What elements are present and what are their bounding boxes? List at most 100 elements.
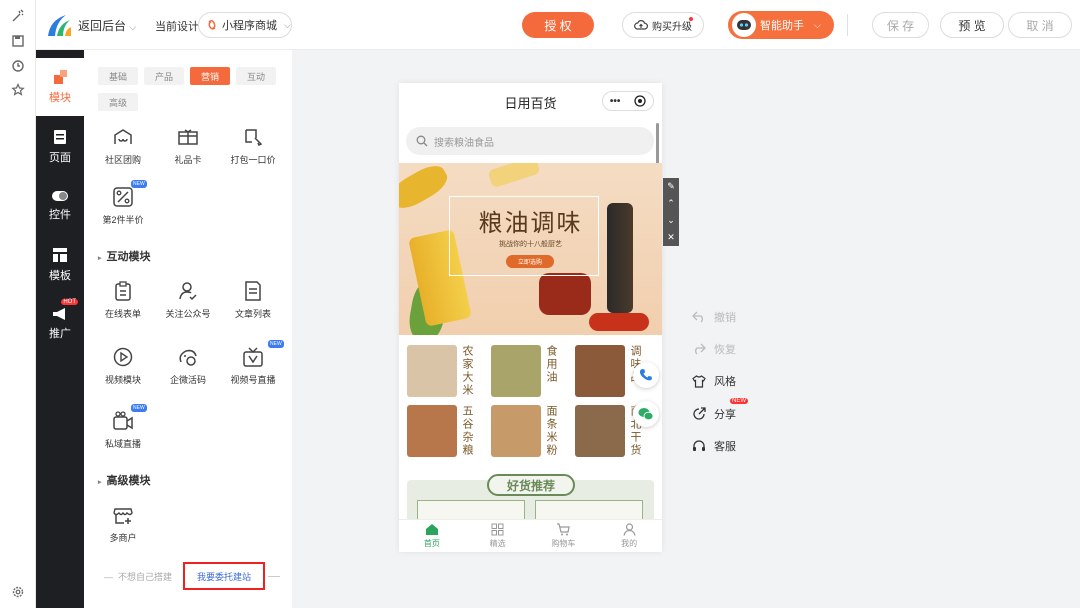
sidebar-item-label: 模板 xyxy=(49,270,71,282)
module-second-half-price[interactable]: NEW 第2件半价 xyxy=(88,180,158,226)
bottom-tab-bar: 首页 精选 购物车 我的 xyxy=(399,519,662,552)
module-bundle-price[interactable]: 打包一口价 xyxy=(218,126,288,166)
chili-jar-image xyxy=(539,273,591,315)
sidebar-item-promotion[interactable]: HOT 推广 xyxy=(36,295,84,353)
undo-label: 撤销 xyxy=(714,312,736,324)
close-target-icon xyxy=(634,95,646,107)
phone-call-button[interactable] xyxy=(633,362,659,388)
footer-text: 不想自己搭建 xyxy=(118,572,173,582)
module-multi-merchant[interactable]: 多商户 xyxy=(88,504,158,544)
module-channel-live[interactable]: NEW 视频号直播 xyxy=(218,340,288,386)
module-label: 企微活码 xyxy=(169,375,206,385)
module-label: 在线表单 xyxy=(104,309,141,319)
tab-product[interactable]: 产品 xyxy=(144,67,184,85)
chevron-down-icon: ⌵ xyxy=(129,22,137,32)
wechat-button[interactable] xyxy=(633,401,659,427)
customer-service-button[interactable]: 客服 xyxy=(692,438,736,454)
banner-cta-button[interactable]: 立即选购 xyxy=(506,255,554,268)
top-bar: 返回后台 ⌵ 当前设计 小程序商城 ⌵ 授 权 购买升级 智能助手 ⌵ 保 存 … xyxy=(36,0,1080,50)
undo-icon xyxy=(692,311,706,323)
tab-interactive[interactable]: 互动 xyxy=(236,67,276,85)
user-check-icon xyxy=(177,280,199,302)
undo-button[interactable]: 撤销 xyxy=(692,309,736,325)
save-draft-icon[interactable] xyxy=(10,33,26,49)
star-icon[interactable] xyxy=(10,82,26,98)
share-button[interactable]: NEW 分享 xyxy=(692,398,748,422)
module-online-form[interactable]: 在线表单 xyxy=(88,280,158,320)
category-image xyxy=(407,345,457,397)
back-to-admin-button[interactable]: 返回后台 ⌵ xyxy=(78,17,136,34)
sidebar-item-control[interactable]: 控件 xyxy=(36,177,84,235)
smart-assistant-button[interactable]: 智能助手 ⌵ xyxy=(728,11,834,39)
edit-icon[interactable]: ✎ xyxy=(667,181,675,192)
clipboard-icon xyxy=(112,280,134,302)
left-rail xyxy=(0,0,36,608)
user-icon xyxy=(623,523,636,536)
settings-icon[interactable] xyxy=(10,584,26,600)
redo-icon xyxy=(692,343,706,355)
divider xyxy=(268,576,280,577)
search-bar[interactable]: 搜索粮油食品 xyxy=(406,127,654,155)
module-gift-card[interactable]: 礼品卡 xyxy=(153,126,223,166)
module-private-live[interactable]: NEW 私域直播 xyxy=(88,404,158,450)
tab-featured[interactable]: 精选 xyxy=(465,520,531,552)
section-title-interactive: 互动模块 xyxy=(98,248,151,264)
tab-cart[interactable]: 购物车 xyxy=(531,520,597,552)
promo-banner[interactable]: 粮油调味 挑战你的十八般厨艺 立即选购 xyxy=(399,163,662,335)
delete-icon[interactable]: ✕ xyxy=(667,232,675,243)
wecom-icon xyxy=(177,346,199,368)
sidebar-item-page[interactable]: 页面 xyxy=(36,118,84,176)
search-placeholder: 搜索粮油食品 xyxy=(434,137,494,149)
category-image xyxy=(491,405,541,457)
search-icon xyxy=(416,135,428,147)
module-follow-account[interactable]: 关注公众号 xyxy=(153,280,223,320)
new-badge: NEW xyxy=(268,340,284,348)
tab-advanced[interactable]: 高级 xyxy=(98,93,138,111)
service-label: 客服 xyxy=(714,441,736,453)
recommend-title: 好货推荐 xyxy=(487,474,575,496)
buy-upgrade-button[interactable]: 购买升级 xyxy=(622,12,704,38)
cancel-button[interactable]: 取 消 xyxy=(1008,12,1072,38)
tab-marketing[interactable]: 营销 xyxy=(190,67,230,85)
category-item[interactable]: 五谷杂粮 xyxy=(407,405,487,459)
assistant-label: 智能助手 xyxy=(760,20,804,32)
module-label: 文章列表 xyxy=(234,309,271,319)
sidebar-item-template[interactable]: 模板 xyxy=(36,236,84,294)
headset-icon xyxy=(692,439,706,453)
sidebar-item-label: 模块 xyxy=(49,92,71,104)
chili-image xyxy=(589,313,649,331)
magic-icon[interactable] xyxy=(10,8,26,24)
category-item[interactable]: 面条米粉 xyxy=(491,405,571,459)
tab-label: 首页 xyxy=(423,539,440,548)
percent-icon xyxy=(112,186,134,208)
sidebar-item-module[interactable]: 模块 xyxy=(36,58,84,116)
style-button[interactable]: 风格 xyxy=(692,373,736,389)
redo-button[interactable]: 恢复 xyxy=(692,341,736,357)
category-image xyxy=(491,345,541,397)
chevron-down-icon: ⌵ xyxy=(814,19,821,30)
tab-mine[interactable]: 我的 xyxy=(596,520,662,552)
category-item[interactable]: 农家大米 xyxy=(407,345,487,399)
document-icon xyxy=(242,280,264,302)
history-icon[interactable] xyxy=(10,58,26,74)
module-wecom-qrcode[interactable]: 企微活码 xyxy=(153,346,223,386)
tab-home[interactable]: 首页 xyxy=(399,520,465,552)
preview-button[interactable]: 预 览 xyxy=(940,12,1004,38)
module-community-group-buy[interactable]: 社区团购 xyxy=(88,126,158,166)
wechat-icon xyxy=(638,407,654,421)
delegate-build-link[interactable]: 我要委托建站 xyxy=(183,562,265,590)
module-video[interactable]: 视频模块 xyxy=(88,346,158,386)
category-item[interactable]: 食用油 xyxy=(491,345,571,399)
section-title-advanced: 高级模块 xyxy=(98,472,151,488)
more-icon: ••• xyxy=(609,95,621,107)
move-up-icon[interactable]: ⌃ xyxy=(667,198,675,209)
app-type-select[interactable]: 小程序商城 ⌵ xyxy=(198,12,292,38)
move-down-icon[interactable]: ⌄ xyxy=(667,215,675,226)
share-icon xyxy=(692,407,706,421)
authorize-button[interactable]: 授 权 xyxy=(522,12,594,38)
tab-basic[interactable]: 基础 xyxy=(98,67,138,85)
module-article-list[interactable]: 文章列表 xyxy=(218,280,288,320)
tab-label: 精选 xyxy=(489,539,506,548)
save-button[interactable]: 保 存 xyxy=(872,12,929,38)
buy-upgrade-label: 购买升级 xyxy=(652,21,692,33)
